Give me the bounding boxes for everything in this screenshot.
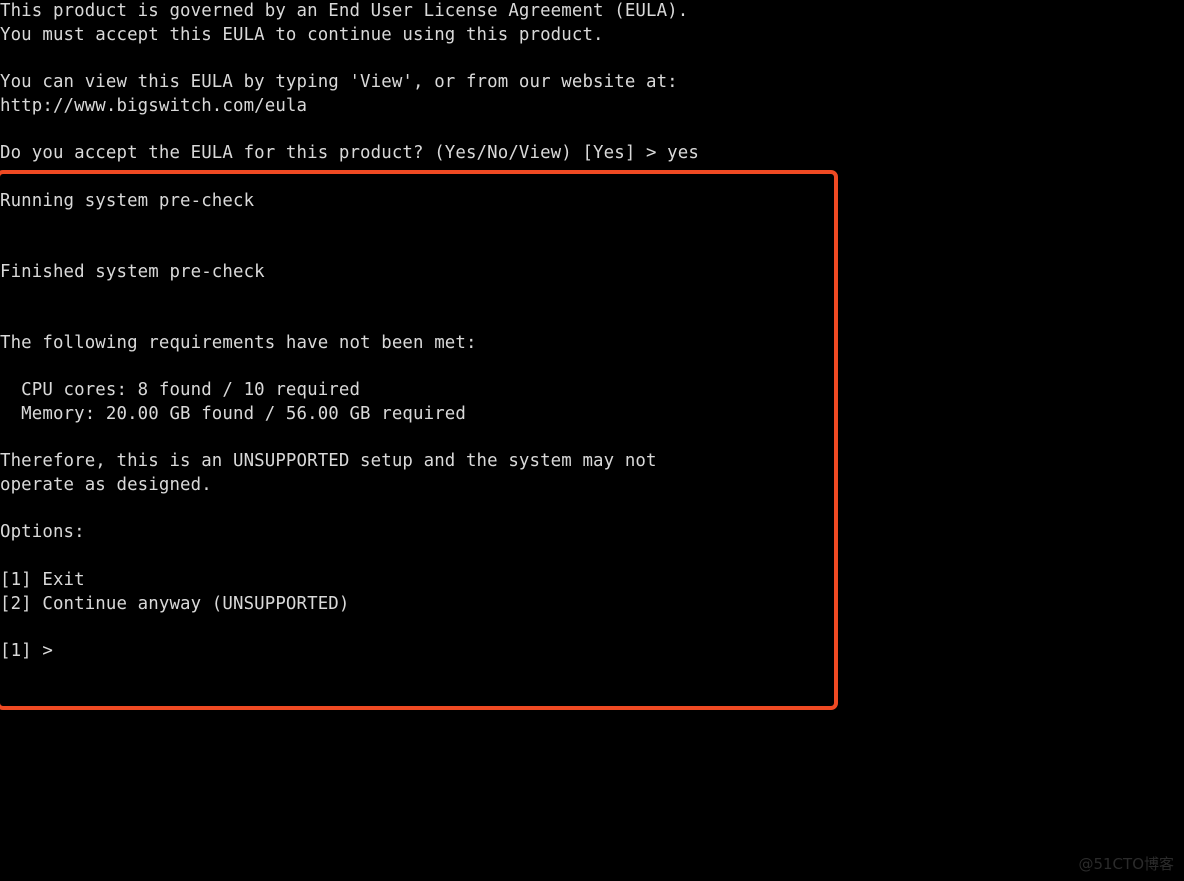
unsupported-warning-line-1: Therefore, this is an UNSUPPORTED setup … xyxy=(0,451,657,472)
watermark-label: @51CTO博客 xyxy=(1078,855,1174,873)
eula-prompt-line[interactable]: Do you accept the EULA for this product?… xyxy=(0,142,699,166)
requirement-cpu-cores-line: CPU cores: 8 found / 10 required xyxy=(0,380,361,401)
eula-url-line: http://www.bigswitch.com/eula xyxy=(0,95,308,116)
option-1-exit[interactable]: [1] Exit xyxy=(0,569,85,593)
eula-line-1: This product is governed by an End User … xyxy=(0,1,689,21)
unsupported-warning-line-2: operate as designed. xyxy=(0,475,212,495)
precheck-highlight-rectangle xyxy=(0,170,838,710)
option-input-prompt[interactable]: [1] > xyxy=(0,640,53,664)
requirements-heading-line: The following requirements have not been… xyxy=(0,332,477,353)
precheck-running-line: Running system pre-check xyxy=(0,190,255,211)
eula-line-4: You can view this EULA by typing 'View',… xyxy=(0,72,678,93)
option-2-continue-anyway[interactable]: [2] Continue anyway (UNSUPPORTED) xyxy=(0,593,349,617)
eula-line-2: You must accept this EULA to continue us… xyxy=(0,24,604,45)
terminal-screen: This product is governed by an End User … xyxy=(0,0,1184,881)
requirement-memory-line: Memory: 20.00 GB found / 56.00 GB requir… xyxy=(0,403,466,424)
options-heading-line: Options: xyxy=(0,522,85,543)
precheck-finished-line: Finished system pre-check xyxy=(0,261,265,282)
